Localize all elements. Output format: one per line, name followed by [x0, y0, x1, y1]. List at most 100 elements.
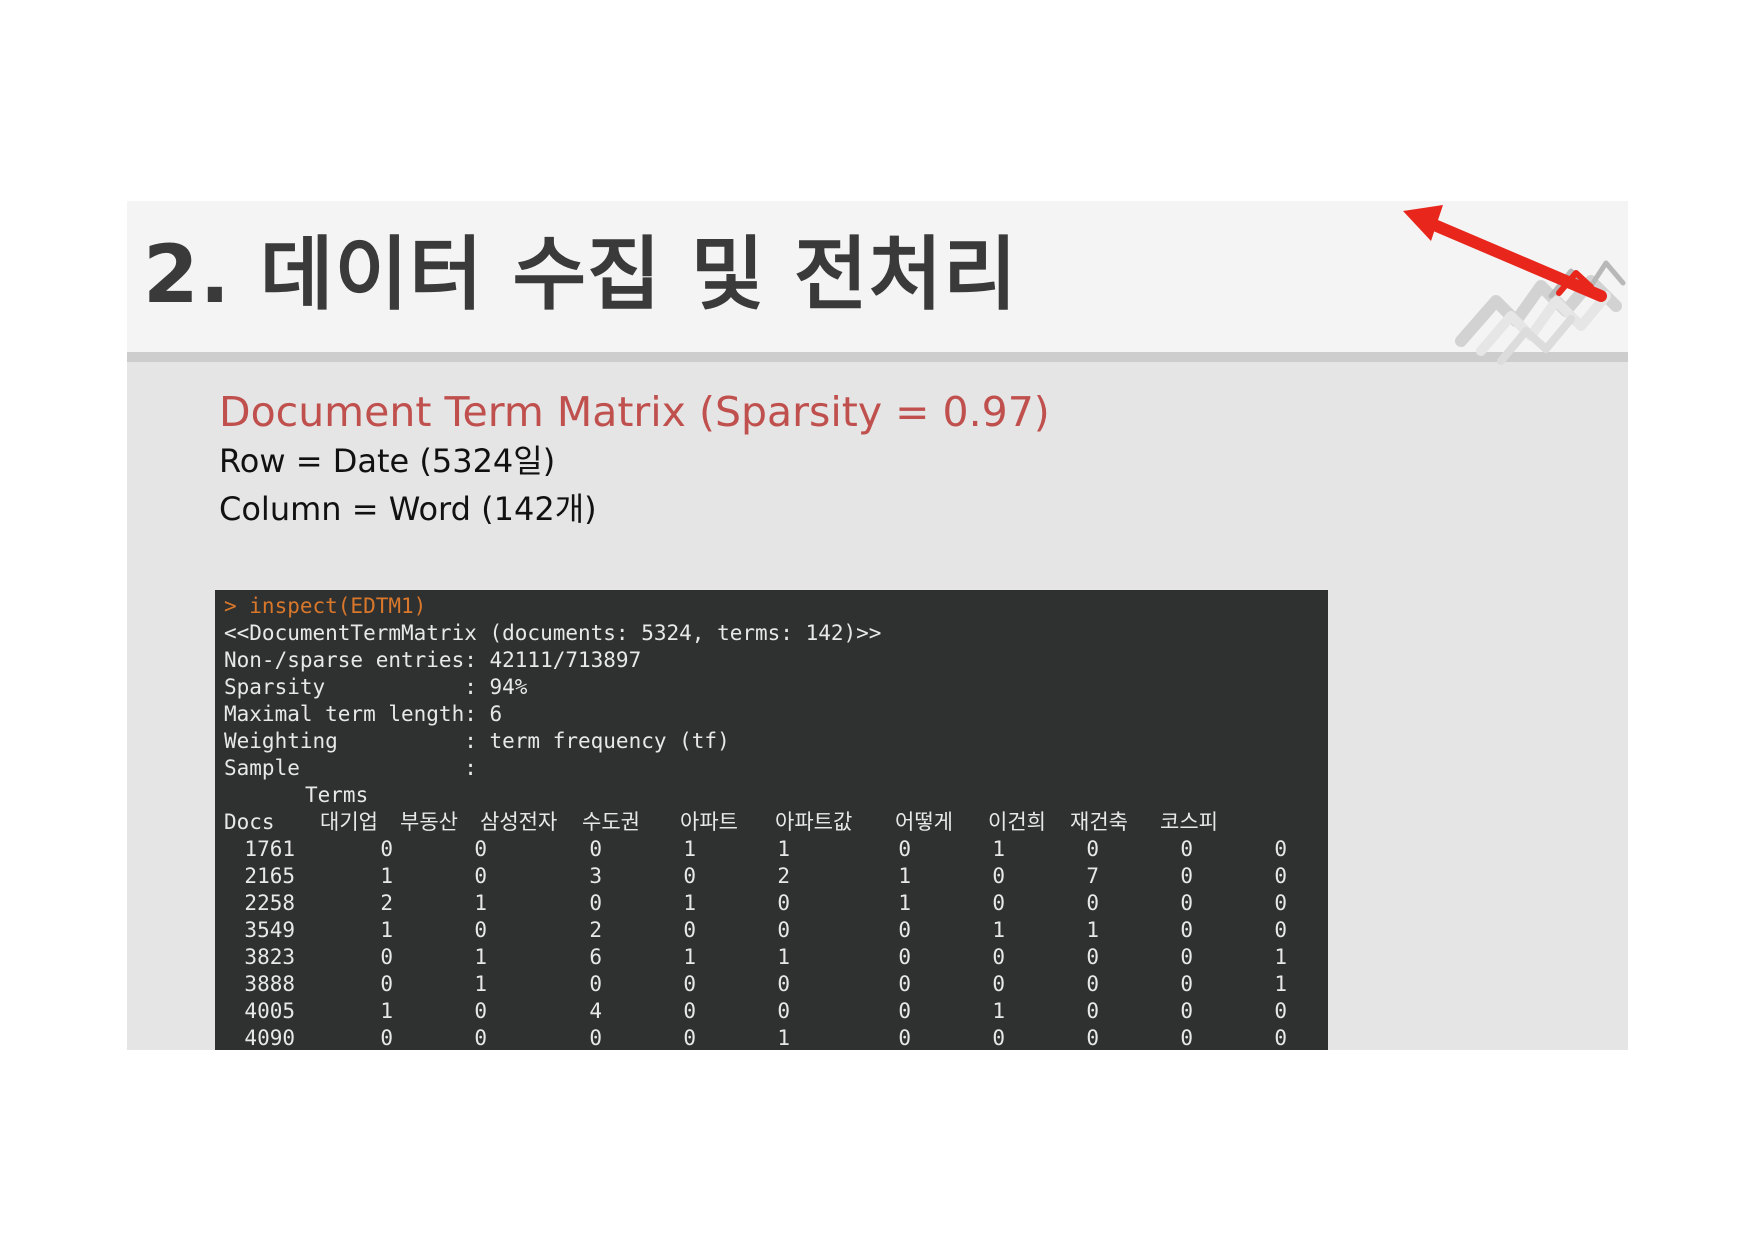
- matrix-cell: 1: [380, 918, 393, 942]
- matrix-cell: 0: [1086, 945, 1099, 969]
- matrix-cell: 0: [1180, 864, 1193, 888]
- console-summary-line: Sparsity : 94%: [224, 675, 528, 699]
- matrix-heading: Document Term Matrix (Sparsity = 0.97): [219, 388, 1050, 436]
- console-summary-line: Sample :: [224, 756, 477, 780]
- matrix-cell: 0: [898, 999, 911, 1023]
- matrix-cell: 0: [380, 972, 393, 996]
- matrix-cell: 0: [1086, 891, 1099, 915]
- matrix-cell: 0: [589, 1026, 602, 1050]
- matrix-cell: 0: [1086, 1026, 1099, 1050]
- console-summary-line: Maximal term length: 6: [224, 702, 503, 726]
- matrix-cell: 0: [992, 891, 1005, 915]
- matrix-cell: 0: [380, 1026, 393, 1050]
- term-header: 대기업: [320, 810, 378, 834]
- matrix-cell: 0: [1180, 1026, 1193, 1050]
- matrix-cell: 0: [992, 864, 1005, 888]
- matrix-cell: 0: [898, 918, 911, 942]
- matrix-cell: 0: [380, 837, 393, 861]
- matrix-cell: 0: [898, 1026, 911, 1050]
- matrix-cell: 0: [1180, 837, 1193, 861]
- matrix-cell: 0: [898, 945, 911, 969]
- matrix-cell: 0: [898, 837, 911, 861]
- terms-label: Terms: [305, 783, 369, 807]
- matrix-cell: 0: [683, 1026, 696, 1050]
- matrix-cell: 0: [1274, 1026, 1287, 1050]
- matrix-cell: 0: [683, 864, 696, 888]
- term-header: 수도권: [582, 810, 640, 834]
- matrix-cell: 0: [992, 1026, 1005, 1050]
- doc-id: 2165: [244, 864, 295, 888]
- matrix-cell: 1: [1274, 945, 1287, 969]
- matrix-cell: 0: [1086, 999, 1099, 1023]
- doc-id: 3888: [244, 972, 295, 996]
- matrix-cell: 1: [898, 891, 911, 915]
- matrix-cell: 1: [777, 837, 790, 861]
- matrix-cell: 2: [589, 918, 602, 942]
- matrix-cell: 0: [1086, 837, 1099, 861]
- term-header: 어떻게: [895, 810, 953, 834]
- matrix-cell: 0: [992, 972, 1005, 996]
- matrix-cell: 1: [683, 945, 696, 969]
- matrix-cell: 0: [992, 945, 1005, 969]
- matrix-cell: 0: [1274, 918, 1287, 942]
- matrix-cell: 0: [474, 1026, 487, 1050]
- doc-id: 1761: [244, 837, 295, 861]
- doc-id: 2258: [244, 891, 295, 915]
- matrix-cell: 1: [898, 864, 911, 888]
- matrix-cell: 1: [1086, 918, 1099, 942]
- matrix-cell: 0: [1180, 918, 1193, 942]
- matrix-cell: 0: [589, 837, 602, 861]
- matrix-cell: 0: [777, 918, 790, 942]
- matrix-cell: 0: [777, 891, 790, 915]
- term-header: 이건희: [988, 810, 1046, 834]
- matrix-cell: 0: [474, 918, 487, 942]
- doc-id: 3823: [244, 945, 295, 969]
- matrix-cell: 4: [589, 999, 602, 1023]
- matrix-cell: 0: [474, 999, 487, 1023]
- term-header: 부동산: [400, 810, 458, 834]
- term-header: 아파트값: [775, 810, 853, 834]
- matrix-cell: 1: [777, 945, 790, 969]
- matrix-cell: 0: [683, 972, 696, 996]
- matrix-cell: 1: [992, 837, 1005, 861]
- matrix-cell: 0: [1274, 837, 1287, 861]
- column-info: Column = Word (142개): [219, 490, 597, 528]
- matrix-cell: 0: [589, 891, 602, 915]
- console-summary-line: Non-/sparse entries: 42111/713897: [224, 648, 642, 672]
- matrix-cell: 0: [777, 999, 790, 1023]
- console-summary-line: Weighting : term frequency (tf): [224, 729, 730, 753]
- matrix-cell: 0: [683, 918, 696, 942]
- matrix-cell: 0: [589, 972, 602, 996]
- matrix-cell: 6: [589, 945, 602, 969]
- matrix-cell: 0: [1086, 972, 1099, 996]
- matrix-cell: 0: [1180, 945, 1193, 969]
- doc-id: 4005: [244, 999, 295, 1023]
- matrix-cell: 0: [683, 999, 696, 1023]
- matrix-cell: 1: [683, 891, 696, 915]
- r-console-output: > inspect(EDTM1) <<DocumentTermMatrix (d…: [215, 590, 1328, 1050]
- matrix-cell: 1: [1274, 972, 1287, 996]
- matrix-cell: 0: [1180, 891, 1193, 915]
- row-info: Row = Date (5324일): [219, 442, 556, 480]
- matrix-cell: 1: [777, 1026, 790, 1050]
- matrix-cell: 1: [992, 918, 1005, 942]
- matrix-cell: 0: [474, 837, 487, 861]
- doc-id: 3549: [244, 918, 295, 942]
- matrix-cell: 1: [683, 837, 696, 861]
- doc-id: 4090: [244, 1026, 295, 1050]
- matrix-cell: 1: [474, 972, 487, 996]
- matrix-cell: 0: [1180, 999, 1193, 1023]
- matrix-cell: 3: [589, 864, 602, 888]
- term-header: 재건축: [1070, 810, 1128, 834]
- matrix-cell: 1: [380, 999, 393, 1023]
- matrix-cell: 0: [1180, 972, 1193, 996]
- matrix-cell: 2: [777, 864, 790, 888]
- matrix-cell: 1: [380, 864, 393, 888]
- term-header: 코스피: [1160, 810, 1218, 834]
- matrix-cell: 0: [1274, 891, 1287, 915]
- console-command: > inspect(EDTM1): [224, 594, 427, 618]
- term-header: 아파트: [680, 810, 738, 834]
- matrix-cell: 0: [474, 864, 487, 888]
- matrix-cell: 1: [992, 999, 1005, 1023]
- docs-label: Docs: [224, 810, 275, 834]
